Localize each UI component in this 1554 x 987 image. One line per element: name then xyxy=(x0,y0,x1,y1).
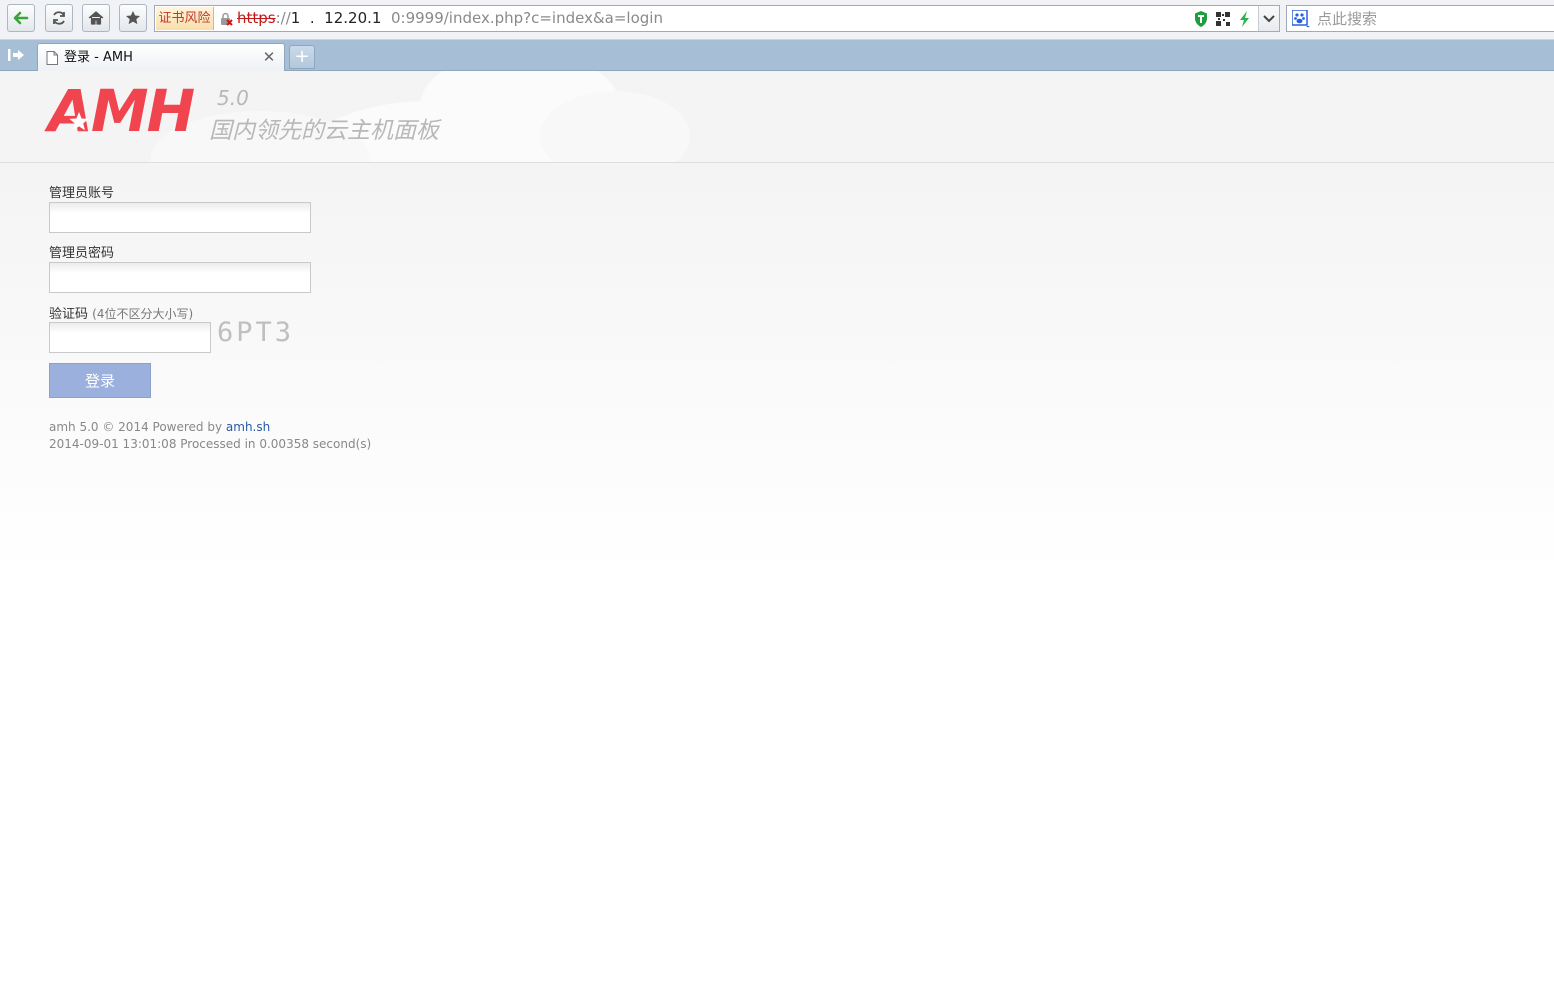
captcha-hint: (4位不区分大小写) xyxy=(92,307,194,321)
slogan: 国内领先的云主机面板 xyxy=(209,118,439,144)
tab-strip: 登录 - AMH ✕ + xyxy=(0,40,1554,71)
password-label: 管理员密码 xyxy=(49,246,115,261)
search-engine-paw-icon[interactable] xyxy=(1292,10,1310,28)
chevron-down-icon xyxy=(1263,14,1275,22)
security-shield-button[interactable] xyxy=(1192,10,1210,28)
page-header: AMH 5.0 国内领先的云主机面板 xyxy=(0,71,1554,163)
close-icon[interactable]: ✕ xyxy=(262,50,276,65)
url-separator: :// xyxy=(275,9,291,27)
password-input[interactable] xyxy=(49,262,311,293)
tab-login[interactable]: 登录 - AMH ✕ xyxy=(37,43,285,71)
login-button[interactable]: 登录 xyxy=(49,363,151,398)
amh-link[interactable]: amh.sh xyxy=(226,420,270,434)
url-scheme: https xyxy=(237,9,276,27)
url-path: 0:9999/index.php?c=index&a=login xyxy=(390,9,663,27)
qr-code-icon xyxy=(1216,11,1230,26)
captcha-label-text: 验证码 xyxy=(49,307,89,322)
address-bar-tools xyxy=(1192,6,1279,31)
arrow-left-icon xyxy=(13,11,29,25)
bookmark-button[interactable] xyxy=(119,4,147,32)
username-label: 管理员账号 xyxy=(49,186,115,201)
shield-icon xyxy=(1195,10,1207,27)
home-icon xyxy=(88,11,104,25)
captcha-input[interactable] xyxy=(49,322,211,353)
new-tab-button[interactable]: + xyxy=(289,45,315,69)
sidebar-toggle-icon[interactable] xyxy=(6,46,26,64)
url-host: 1 xyxy=(290,9,301,27)
url-history-dropdown[interactable] xyxy=(1258,6,1279,31)
search-bar[interactable] xyxy=(1286,5,1554,32)
certificate-warning-badge[interactable]: 证书风险 xyxy=(156,7,214,30)
browser-toolbar: 证书风险 https://1 . 12.20.1 0:9999/index.ph… xyxy=(0,0,1554,40)
lightning-icon xyxy=(1240,10,1249,27)
back-button[interactable] xyxy=(7,4,35,32)
footer-line-2: 2014-09-01 13:01:08 Processed in 0.00358… xyxy=(49,437,372,451)
page-content: AMH 5.0 国内领先的云主机面板 管理员账号 管理员密码 验证码 (4位不区… xyxy=(0,71,1554,987)
search-input[interactable] xyxy=(1317,6,1547,31)
speed-mode-button[interactable] xyxy=(1236,10,1254,28)
footer-copyright: amh 5.0 © 2014 Powered by xyxy=(49,420,226,434)
username-input[interactable] xyxy=(49,202,311,233)
page-icon xyxy=(46,51,58,65)
address-bar[interactable]: 证书风险 https://1 . 12.20.1 0:9999/index.ph… xyxy=(154,5,1280,32)
captcha-image[interactable]: 6PT3 xyxy=(217,316,294,350)
captcha-label: 验证码 (4位不区分大小写) xyxy=(49,303,193,322)
logo-star-icon xyxy=(69,112,89,131)
reload-button[interactable] xyxy=(45,4,73,32)
star-icon xyxy=(126,11,140,25)
qr-code-button[interactable] xyxy=(1214,10,1232,28)
footer: amh 5.0 © 2014 Powered by amh.sh 2014-09… xyxy=(49,419,371,453)
home-button[interactable] xyxy=(82,4,110,32)
tab-title: 登录 - AMH xyxy=(64,50,133,65)
url-text[interactable]: https://1 . 12.20.1 0:9999/index.php?c=i… xyxy=(237,6,663,31)
footer-line-1: amh 5.0 © 2014 Powered by amh.sh xyxy=(49,419,371,436)
broken-lock-icon[interactable] xyxy=(219,12,233,26)
refresh-icon xyxy=(53,11,65,25)
url-host-obscured: . 12.20.1 xyxy=(300,9,391,27)
version-label: 5.0 xyxy=(217,86,249,110)
